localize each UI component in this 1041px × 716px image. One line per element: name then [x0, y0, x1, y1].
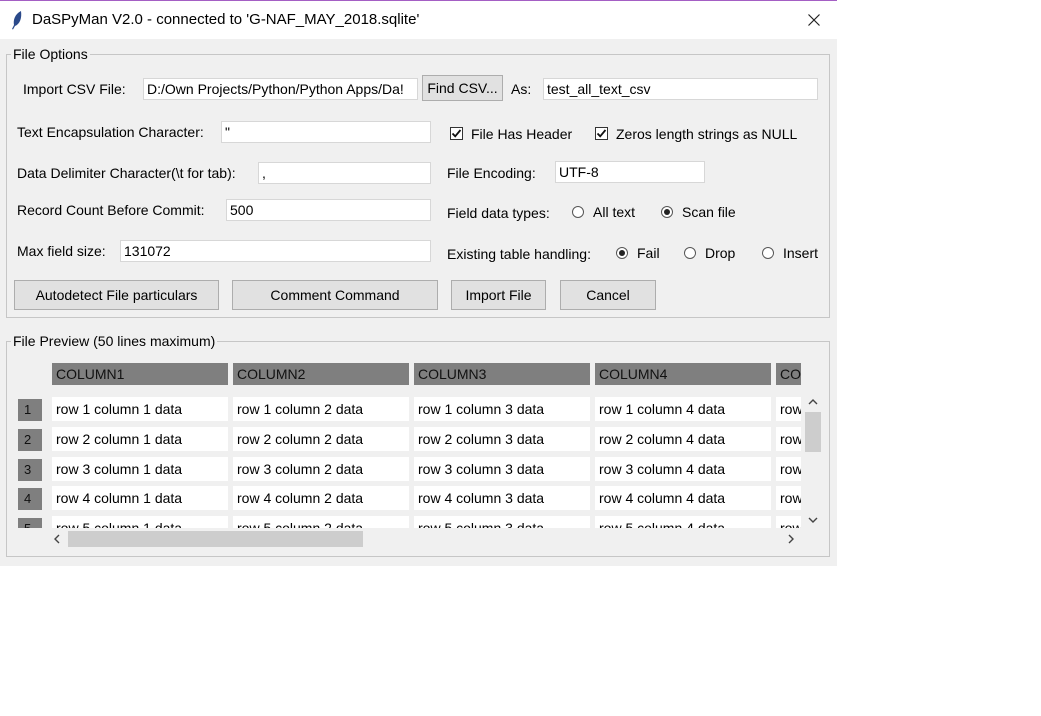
file-encoding-input[interactable]: UTF-8	[555, 161, 705, 183]
scroll-left-icon[interactable]	[53, 534, 61, 544]
scroll-right-icon[interactable]	[787, 534, 795, 544]
window-title: DaSPyMan V2.0 - connected to 'G-NAF_MAY_…	[32, 11, 420, 28]
comment-command-label: Comment Command	[270, 287, 400, 303]
max-field-size-input[interactable]: 131072	[120, 240, 431, 262]
table-cell[interactable]: row 3 column 2 data	[233, 457, 409, 481]
text-encapsulation-label: Text Encapsulation Character:	[17, 124, 204, 140]
existing-table-drop-label: Drop	[705, 245, 736, 261]
table-cell[interactable]: row	[776, 457, 801, 481]
column-header: CO	[776, 363, 801, 385]
table-cell[interactable]: row 5 column 3 data	[414, 516, 590, 528]
table-cell[interactable]: row	[776, 486, 801, 510]
table-cell[interactable]: row 1 column 3 data	[414, 397, 590, 421]
table-cell[interactable]: row 2 column 3 data	[414, 427, 590, 451]
import-file-label: Import File	[465, 287, 532, 303]
table-cell[interactable]: row 2 column 1 data	[52, 427, 228, 451]
file-encoding-label: File Encoding:	[447, 165, 536, 181]
field-data-types-label: Field data types:	[447, 205, 550, 221]
feather-icon	[12, 11, 22, 30]
table-cell[interactable]: row 3 column 1 data	[52, 457, 228, 481]
row-number: 1	[18, 399, 42, 421]
delimiter-label: Data Delimiter Character(\t for tab):	[17, 165, 236, 181]
table-cell[interactable]: row 1 column 2 data	[233, 397, 409, 421]
import-csv-label: Import CSV File:	[23, 81, 126, 97]
zero-length-null-label: Zeros length strings as NULL	[616, 126, 798, 142]
app-window: DaSPyMan V2.0 - connected to 'G-NAF_MAY_…	[0, 0, 837, 566]
close-icon	[808, 14, 820, 26]
scroll-up-icon[interactable]	[808, 398, 818, 406]
table-cell[interactable]: row 5 column 1 data	[52, 516, 228, 528]
existing-table-fail-radio[interactable]	[616, 247, 628, 259]
checkmark-icon	[596, 129, 607, 138]
comment-command-button[interactable]: Comment Command	[232, 280, 438, 310]
field-type-all-text-radio[interactable]	[572, 206, 584, 218]
horizontal-scroll-thumb[interactable]	[68, 531, 363, 547]
table-cell[interactable]: row 4 column 3 data	[414, 486, 590, 510]
table-cell[interactable]: row 4 column 1 data	[52, 486, 228, 510]
record-count-input[interactable]: 500	[226, 199, 431, 221]
table-cell[interactable]: row 2 column 2 data	[233, 427, 409, 451]
max-field-size-label: Max field size:	[17, 243, 106, 259]
existing-table-insert-label: Insert	[783, 245, 819, 261]
table-cell[interactable]: row 3 column 3 data	[414, 457, 590, 481]
autodetect-button[interactable]: Autodetect File particulars	[14, 280, 219, 310]
delimiter-input[interactable]: ,	[258, 162, 431, 184]
field-type-all-text-label: All text	[593, 204, 636, 220]
vertical-scroll-thumb[interactable]	[805, 412, 821, 452]
close-button[interactable]	[791, 1, 837, 39]
cancel-label: Cancel	[586, 287, 630, 303]
table-cell[interactable]: row	[776, 397, 801, 421]
file-options-legend: File Options	[11, 46, 90, 62]
field-type-scan-file-radio[interactable]	[661, 206, 673, 218]
table-cell[interactable]: row 1 column 1 data	[52, 397, 228, 421]
file-has-header-label: File Has Header	[471, 126, 573, 142]
existing-table-drop-radio[interactable]	[684, 247, 696, 259]
horizontal-scrollbar[interactable]	[50, 530, 802, 548]
table-cell[interactable]: row 4 column 4 data	[595, 486, 771, 510]
find-csv-label: Find CSV...	[427, 80, 498, 96]
vertical-scrollbar[interactable]	[803, 396, 823, 528]
preview-grid: COLUMN1 COLUMN2 COLUMN3 COLUMN4 CO 1 row…	[14, 359, 801, 528]
autodetect-label: Autodetect File particulars	[35, 287, 198, 303]
file-has-header-checkbox[interactable]	[450, 127, 463, 140]
column-header: COLUMN4	[595, 363, 771, 385]
existing-table-insert-radio[interactable]	[762, 247, 774, 259]
row-number: 3	[18, 459, 42, 481]
table-cell[interactable]: row	[776, 427, 801, 451]
existing-table-fail-label: Fail	[637, 245, 660, 261]
import-csv-input[interactable]: D:/Own Projects/Python/Python Apps/Da!	[143, 78, 418, 100]
table-cell[interactable]: row 5 column 4 data	[595, 516, 771, 528]
file-preview-legend: File Preview (50 lines maximum)	[11, 333, 218, 349]
as-label: As:	[511, 81, 532, 97]
column-header: COLUMN2	[233, 363, 409, 385]
table-cell[interactable]: row 5 column 2 data	[233, 516, 409, 528]
table-cell[interactable]: row	[776, 516, 801, 528]
cancel-button[interactable]: Cancel	[560, 280, 656, 310]
row-number: 4	[18, 488, 42, 510]
find-csv-button[interactable]: Find CSV...	[422, 75, 503, 101]
title-bar: DaSPyMan V2.0 - connected to 'G-NAF_MAY_…	[0, 1, 837, 39]
table-cell[interactable]: row 2 column 4 data	[595, 427, 771, 451]
record-count-label: Record Count Before Commit:	[17, 202, 205, 218]
scroll-down-icon[interactable]	[808, 516, 818, 524]
checkmark-icon	[451, 129, 462, 138]
column-header: COLUMN3	[414, 363, 590, 385]
table-cell[interactable]: row 3 column 4 data	[595, 457, 771, 481]
column-header: COLUMN1	[52, 363, 228, 385]
import-file-button[interactable]: Import File	[451, 280, 546, 310]
table-name-input[interactable]: test_all_text_csv	[543, 78, 818, 100]
table-cell[interactable]: row 4 column 2 data	[233, 486, 409, 510]
row-number: 2	[18, 429, 42, 451]
row-number: 5	[18, 518, 42, 528]
text-encapsulation-input[interactable]: "	[221, 121, 431, 143]
existing-table-label: Existing table handling:	[447, 246, 591, 262]
field-type-scan-file-label: Scan file	[682, 204, 736, 220]
table-cell[interactable]: row 1 column 4 data	[595, 397, 771, 421]
zero-length-null-checkbox[interactable]	[595, 127, 608, 140]
